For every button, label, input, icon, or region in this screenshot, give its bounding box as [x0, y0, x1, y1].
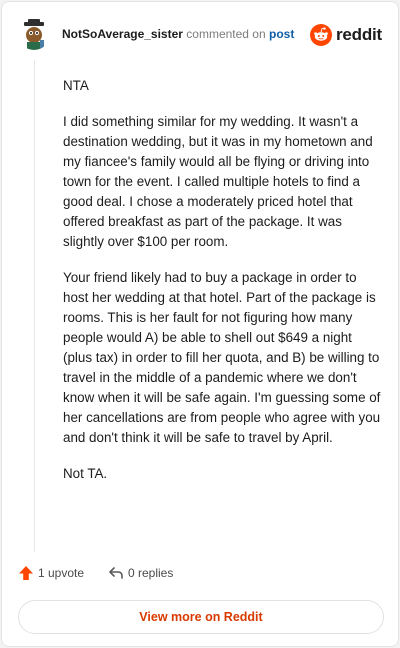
avatar-image [18, 18, 50, 50]
comment-paragraph: NTA [63, 78, 89, 93]
comment-card: NotSoAverage_sister commented on post re… [1, 1, 399, 647]
replies-button[interactable]: 0 replies [108, 565, 173, 581]
replies-count: 0 replies [128, 566, 174, 580]
reddit-alien-icon [309, 24, 332, 46]
thread-line [34, 60, 35, 552]
comment-footer: 1 upvote 0 replies [18, 565, 382, 587]
comment-paragraph: Not TA. [63, 466, 108, 481]
commented-on-text: commented on [186, 27, 266, 41]
comment-meta: NotSoAverage_sister commented on post [62, 27, 294, 41]
upvote-button[interactable]: 1 upvote [18, 565, 84, 581]
reddit-logo[interactable]: reddit [309, 22, 382, 48]
reddit-wordmark: reddit [335, 25, 382, 44]
view-more-button[interactable]: View more on Reddit [18, 600, 384, 634]
comment-body: NTA I did something similar for my weddi… [63, 76, 383, 500]
comment-paragraph: Your friend likely had to buy a package … [63, 270, 381, 445]
avatar[interactable] [18, 18, 50, 50]
upvote-count: 1 upvote [38, 566, 85, 580]
comment-header: NotSoAverage_sister commented on post re… [18, 18, 382, 52]
upvote-arrow-icon [19, 566, 33, 580]
reply-arrow-icon [109, 567, 123, 579]
post-link[interactable]: post [269, 27, 294, 41]
comment-paragraph: I did something similar for my wedding. … [63, 114, 373, 249]
username[interactable]: NotSoAverage_sister [62, 27, 183, 41]
